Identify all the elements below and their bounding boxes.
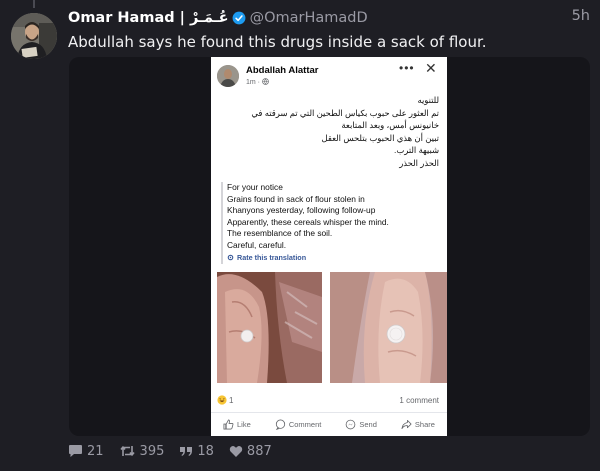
like-action: Like	[223, 419, 251, 430]
action-bar: Like Comment Send Share	[211, 412, 447, 435]
quote-icon	[180, 447, 193, 456]
like-button[interactable]: 887	[229, 444, 272, 459]
post-text: Abdullah says he found this drugs inside…	[68, 33, 487, 51]
comment-label: Comment	[288, 419, 322, 429]
retweet-icon	[119, 446, 135, 456]
like-count: 887	[246, 443, 272, 459]
arabic-line: تم العثور على حبوب بكياس الطحين التي تم …	[251, 107, 439, 118]
reply-icon	[69, 445, 82, 457]
translation-line: Grains found in sack of flour stolen in	[227, 193, 365, 204]
gear-icon	[227, 254, 234, 261]
arabic-original-text: للتنويه تم العثور على حبوب بكياس الطحين …	[224, 94, 439, 170]
translation-line: Careful, careful.	[227, 239, 287, 250]
arabic-line: شبيهة الترب.	[394, 145, 439, 156]
translation-line: Apparently, these cereals whisper the mi…	[227, 216, 389, 227]
share-icon	[401, 419, 412, 429]
arabic-line: للتنويه	[417, 95, 439, 105]
quote-button[interactable]: 18	[179, 444, 214, 459]
translation-line: Khanyons yesterday, following follow-up	[227, 205, 376, 215]
embedded-author-avatar	[217, 65, 239, 87]
quote-count: 18	[197, 443, 214, 459]
rate-translation-label: Rate this translation	[237, 253, 307, 262]
comment-count: 1 comment	[399, 396, 439, 405]
arabic-line: تبين أن هذي الحبوب بتلحس العقل	[321, 132, 439, 143]
retweet-button[interactable]: 395	[119, 443, 165, 459]
embedded-author-name: Abdallah Alattar	[246, 65, 319, 76]
reply-button[interactable]: 21	[68, 444, 104, 459]
messenger-icon	[346, 419, 356, 429]
heart-icon	[229, 445, 243, 457]
verified-badge-icon	[232, 11, 245, 25]
reply-count: 21	[87, 443, 104, 459]
media-attachment[interactable]: Abdallah Alattar 1m · ••• ✕ للتنويه تم ا…	[69, 57, 590, 436]
thread-connector	[33, 0, 35, 8]
reaction-count: 1	[229, 395, 234, 405]
send-label: Send	[359, 419, 377, 429]
rate-translation-link: Rate this translation	[227, 252, 447, 264]
translation-line: For your notice	[227, 182, 283, 192]
embedded-post-time: 1m ·	[246, 79, 262, 86]
send-action: Send	[345, 419, 377, 430]
post-time[interactable]: 5h	[572, 8, 590, 24]
close-icon: ✕	[425, 60, 437, 76]
translation-block: For your notice Grains found in sack of …	[221, 182, 447, 264]
reaction-summary: 1 1 comment	[217, 395, 439, 409]
author-name[interactable]: Omar Hamad | عُـمَـرْ	[68, 10, 229, 26]
post-header: Omar Hamad | عُـمَـرْ @OmarHamadD	[68, 8, 590, 28]
arabic-line: خانيونس أمس، وبعد المتابعة	[341, 120, 439, 131]
engagement-stats: 21 395 18 887	[68, 442, 287, 460]
like-label: Like	[237, 419, 251, 429]
pill-photo-left	[217, 272, 322, 383]
share-action: Share	[401, 419, 435, 430]
translation-line: The resemblance of the soil.	[227, 228, 333, 238]
laugh-reaction-icon	[217, 395, 227, 405]
comment-icon	[275, 419, 285, 430]
thumbs-up-icon	[223, 419, 234, 429]
globe-icon	[262, 78, 269, 85]
author-avatar[interactable]	[11, 13, 57, 59]
embedded-post-meta: 1m ·	[246, 78, 269, 86]
comment-action: Comment	[275, 419, 322, 430]
more-options-icon: •••	[399, 61, 415, 75]
reaction-emoji: 1	[217, 395, 233, 405]
pill-photo-right	[330, 272, 447, 383]
share-label: Share	[414, 419, 435, 429]
retweet-count: 395	[139, 443, 165, 459]
author-handle[interactable]: @OmarHamadD	[250, 10, 368, 26]
arabic-line: الحذر الحذر	[399, 157, 439, 168]
embedded-screenshot: Abdallah Alattar 1m · ••• ✕ للتنويه تم ا…	[211, 57, 447, 436]
